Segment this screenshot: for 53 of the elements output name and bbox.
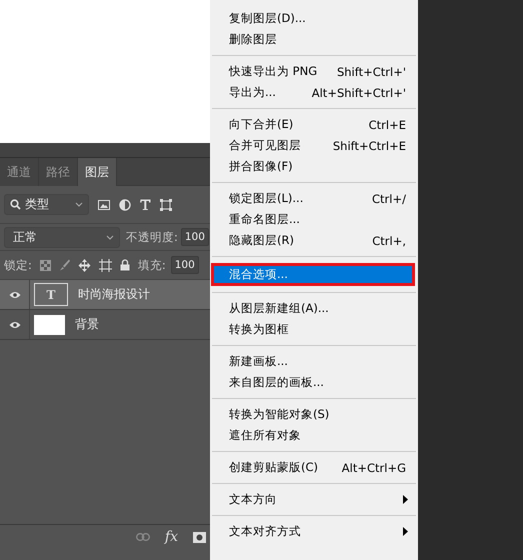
- text-layer-thumbnail: T: [34, 283, 68, 306]
- menu-item[interactable]: 拼合图像(F): [210, 156, 418, 177]
- fill-field[interactable]: 100: [170, 256, 199, 274]
- menu-item[interactable]: 转换为智能对象(S): [210, 404, 418, 425]
- submenu-arrow-icon[interactable]: [403, 495, 408, 504]
- submenu-arrow-icon[interactable]: [403, 527, 408, 536]
- adjustment-filter-icon[interactable]: [119, 198, 131, 210]
- fx-button[interactable]: fx: [164, 529, 178, 545]
- opacity-field[interactable]: 100: [180, 228, 209, 246]
- chevron-icon[interactable]: [75, 202, 83, 207]
- filter-dropdown[interactable]: 类型: [4, 194, 89, 215]
- menu-item[interactable]: 文本方向: [210, 489, 418, 510]
- layer-name: 时尚海报设计: [78, 286, 150, 303]
- menu-item[interactable]: 遮住所有对象: [210, 425, 418, 446]
- lock-label: 锁定:: [4, 258, 32, 272]
- fill-label: 填充:: [138, 258, 166, 272]
- mask-icon[interactable]: [193, 532, 206, 542]
- shape-filter-icon[interactable]: [160, 198, 172, 210]
- menu-item[interactable]: 合并可见图层 Shift+Ctrl+E: [210, 135, 418, 156]
- blend-mode-dropdown[interactable]: 正常: [4, 226, 120, 248]
- menu-item[interactable]: 从图层新建组(A)...: [210, 298, 418, 319]
- menu-item[interactable]: 复制图层(D)...: [210, 8, 418, 29]
- opacity-label: 不透明度:: [126, 230, 178, 244]
- checkerboard-icon[interactable]: [40, 260, 51, 270]
- menu-item[interactable]: 来自图层的画板...: [210, 372, 418, 393]
- lock-icon[interactable]: [120, 259, 130, 271]
- menu-item[interactable]: 隐藏图层(R) Ctrl+,: [210, 230, 418, 251]
- eye-icon[interactable]: [9, 290, 21, 298]
- artboard-icon[interactable]: [98, 258, 112, 272]
- menu-item[interactable]: 重命名图层...: [210, 209, 418, 230]
- search-icon[interactable]: [10, 199, 21, 210]
- type-filter-icon[interactable]: [140, 199, 151, 210]
- menu-item[interactable]: 混合选项...: [212, 264, 414, 285]
- layer-row[interactable]: T 时尚海报设计: [0, 280, 210, 310]
- panel-tab[interactable]: 通道: [0, 158, 39, 186]
- menu-item[interactable]: 快速导出为 PNG Shift+Ctrl+': [210, 61, 418, 82]
- move-icon[interactable]: [78, 258, 91, 272]
- layer-name: 背景: [75, 316, 99, 333]
- menu-item[interactable]: 导出为... Alt+Shift+Ctrl+': [210, 82, 418, 103]
- menu-item[interactable]: 向下合并(E) Ctrl+E: [210, 114, 418, 135]
- image-filter-icon[interactable]: [98, 200, 110, 210]
- chevron-icon[interactable]: [106, 234, 114, 240]
- brush-icon[interactable]: [58, 259, 70, 271]
- menu-item[interactable]: 创建剪贴蒙版(C) Alt+Ctrl+G: [210, 457, 418, 478]
- menu-item[interactable]: 转换为图框: [210, 319, 418, 340]
- menu-item[interactable]: 锁定图层(L)... Ctrl+/: [210, 188, 418, 209]
- menu-item[interactable]: 删除图层: [210, 29, 418, 50]
- panel-tab[interactable]: 图层: [78, 158, 117, 186]
- layer-thumbnail: [34, 314, 65, 334]
- eye-icon[interactable]: [9, 320, 21, 328]
- menu-item[interactable]: 文本对齐方式: [210, 521, 418, 542]
- menu-item[interactable]: 新建画板...: [210, 351, 418, 372]
- layer-row[interactable]: 背景: [0, 310, 210, 340]
